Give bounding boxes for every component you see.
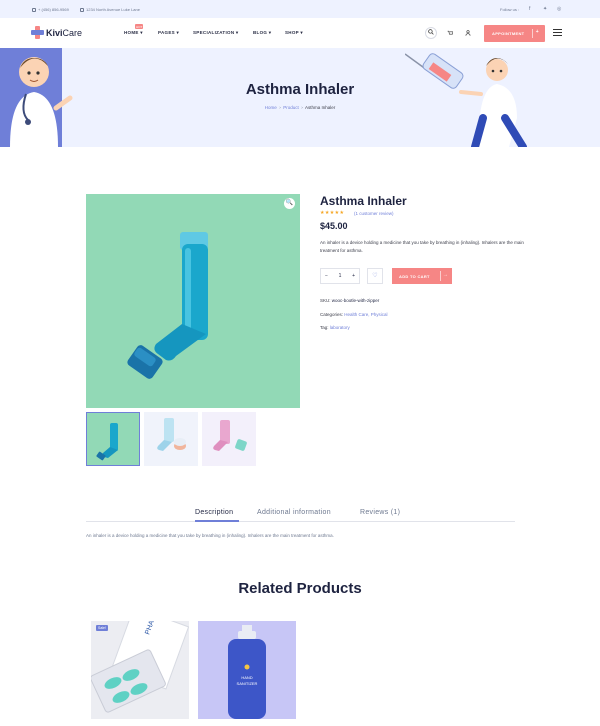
rating-stars-icon: ★★★★★ xyxy=(320,210,345,216)
breadcrumb: Home › Product › Asthma Inhaler xyxy=(264,105,336,110)
site-header: KiviCare HOME ▾ HOT PAGES ▾ SPECIALIZATI… xyxy=(0,18,600,48)
related-product-2-image[interactable]: HAND SANITIZER xyxy=(198,621,296,719)
nav-blog[interactable]: BLOG ▾ xyxy=(253,30,271,36)
tab-additional-information[interactable]: Additional information xyxy=(257,509,331,516)
product-thumbnail-2[interactable] xyxy=(144,412,198,466)
product-thumbnail-3[interactable] xyxy=(202,412,256,466)
product-thumbnail-1[interactable] xyxy=(86,412,140,466)
follow-label: Follow us : xyxy=(500,7,520,12)
nav-home[interactable]: HOME ▾ xyxy=(124,30,143,36)
bottle-label-line-2: SANITIZER xyxy=(237,681,258,686)
cart-icon[interactable] xyxy=(446,30,454,38)
breadcrumb-product[interactable]: Product xyxy=(283,105,299,110)
sale-badge: Sale! xyxy=(96,625,108,631)
nav-hot-badge: HOT xyxy=(135,24,144,29)
facebook-icon[interactable]: f xyxy=(529,6,530,12)
tag-link[interactable]: laboratory xyxy=(330,325,350,330)
top-bar: + (456) 856-9569 1234 North Avenue Luke … xyxy=(0,0,600,18)
appointment-button[interactable]: APPOINTMENT + xyxy=(484,25,545,42)
arrow-right-icon: → xyxy=(442,272,448,278)
quantity-plus-button[interactable]: + xyxy=(352,273,355,279)
product-sku: SKU: wooc-bootle-with-zipper xyxy=(320,298,380,303)
category-links[interactable]: Health Care, Physical xyxy=(344,312,387,317)
address-info: 1234 North Avenue Luke Lane xyxy=(80,7,140,12)
quantity-minus-button[interactable]: − xyxy=(325,273,328,279)
plus-icon: + xyxy=(535,29,539,35)
product-tag: Tag: laboratory xyxy=(320,325,350,330)
related-products-title: Related Products xyxy=(238,580,362,597)
product-short-description: An inhaler is a device holding a medicin… xyxy=(320,240,524,253)
bottle-label-line-1: HAND xyxy=(241,675,252,680)
twitter-icon[interactable]: ✦ xyxy=(543,6,547,12)
product-title: Asthma Inhaler xyxy=(320,194,407,208)
nav-specialization[interactable]: SPECIALIZATION ▾ xyxy=(193,30,238,36)
logo-text: KiviCare xyxy=(46,27,83,38)
quantity-stepper[interactable]: − 1 + xyxy=(320,268,360,284)
user-icon[interactable] xyxy=(464,30,472,38)
product-price: $45.00 xyxy=(320,221,348,231)
instagram-icon[interactable]: ◎ xyxy=(557,6,561,12)
related-product-1-image[interactable]: PHARMA xyxy=(91,621,189,719)
logo[interactable]: KiviCare xyxy=(31,26,82,39)
breadcrumb-current: Asthma Inhaler xyxy=(305,105,336,110)
phone-icon xyxy=(32,7,36,12)
tab-reviews[interactable]: Reviews (1) xyxy=(360,509,400,516)
description-text: An inhaler is a device holding a medicin… xyxy=(86,533,334,538)
search-icon[interactable] xyxy=(425,27,437,39)
nav-shop[interactable]: SHOP ▾ xyxy=(285,30,303,36)
phone-info[interactable]: + (456) 856-9569 xyxy=(32,7,69,12)
breadcrumb-home[interactable]: Home xyxy=(265,105,277,110)
logo-cross-icon xyxy=(31,26,44,39)
quantity-value[interactable]: 1 xyxy=(339,273,342,279)
tab-description[interactable]: Description xyxy=(195,509,233,516)
wishlist-heart-icon[interactable]: ♡ xyxy=(367,268,383,284)
location-icon xyxy=(80,7,84,12)
add-to-cart-button[interactable]: ADD TO CART → xyxy=(392,268,452,284)
active-tab-indicator xyxy=(195,520,239,522)
phone-number: + (456) 856-9569 xyxy=(38,7,69,12)
zoom-icon[interactable]: 🔍 xyxy=(284,198,295,209)
page-banner: Asthma Inhaler Home › Product › Asthma I… xyxy=(0,48,600,147)
customer-reviews-link[interactable]: (1 customer review) xyxy=(354,211,394,216)
product-main-image[interactable] xyxy=(86,194,300,408)
tabs-divider xyxy=(86,521,515,522)
page-title: Asthma Inhaler xyxy=(245,81,355,98)
product-categories: Categories: Health Care, Physical xyxy=(320,312,388,317)
menu-icon[interactable] xyxy=(553,29,562,36)
address-text: 1234 North Avenue Luke Lane xyxy=(86,7,140,12)
nav-pages[interactable]: PAGES ▾ xyxy=(158,30,179,36)
